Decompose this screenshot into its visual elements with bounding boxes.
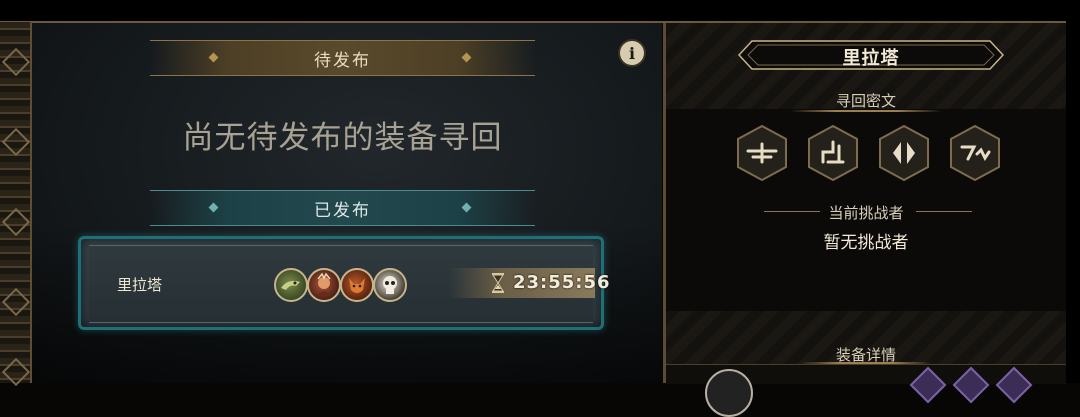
posted-bounty-card[interactable]: 里拉塔 23:55:56	[78, 236, 610, 330]
pending-label: 待发布	[314, 50, 371, 71]
knot-ornament	[1, 127, 31, 157]
right-frame-edge	[1066, 0, 1080, 383]
knot-ornament	[1, 357, 31, 387]
bounty-character-name: 里拉塔	[117, 276, 163, 294]
skull-portrait-icon	[373, 268, 407, 302]
countdown-timer: 23:55:56	[513, 272, 611, 293]
diamond-ornament	[461, 202, 472, 213]
knot-ornament	[1, 47, 31, 77]
info-icon[interactable]: i	[620, 41, 644, 65]
posted-label: 已发布	[314, 200, 371, 221]
diamond-ornament	[461, 52, 472, 63]
recover-cipher-title: 寻回密文	[835, 92, 896, 110]
current-challenger-title: 当前挑战者	[828, 204, 904, 222]
left-ornamental-border	[0, 22, 32, 387]
warrior-portrait-icon	[307, 268, 341, 302]
cipher-rune-2-icon	[806, 124, 860, 182]
equipment-slot-icon[interactable]	[705, 369, 753, 417]
card-inner-frame: 里拉塔 23:55:56	[89, 245, 610, 323]
pending-section-header: 待发布	[150, 40, 535, 76]
character-name: 里拉塔	[842, 48, 900, 69]
pending-empty-message: 尚无待发布的装备寻回	[182, 120, 503, 156]
knot-ornament	[1, 207, 31, 237]
hourglass-icon	[492, 273, 504, 293]
posted-section-header: 已发布	[150, 190, 535, 226]
diamond-ornament	[208, 202, 219, 213]
current-challenger-value: 暂无挑战者	[823, 233, 909, 253]
fox-portrait-icon	[340, 268, 374, 302]
cipher-rune-4-icon	[948, 124, 1002, 182]
section-underline	[790, 110, 942, 112]
challenger-line-right	[916, 211, 972, 212]
diamond-ornament	[208, 52, 219, 63]
lizard-portrait-icon	[274, 268, 308, 302]
cipher-rune-3-icon	[877, 124, 931, 182]
knot-ornament	[1, 287, 31, 317]
top-bar	[0, 0, 1080, 22]
cipher-rune-1-icon	[735, 124, 789, 182]
